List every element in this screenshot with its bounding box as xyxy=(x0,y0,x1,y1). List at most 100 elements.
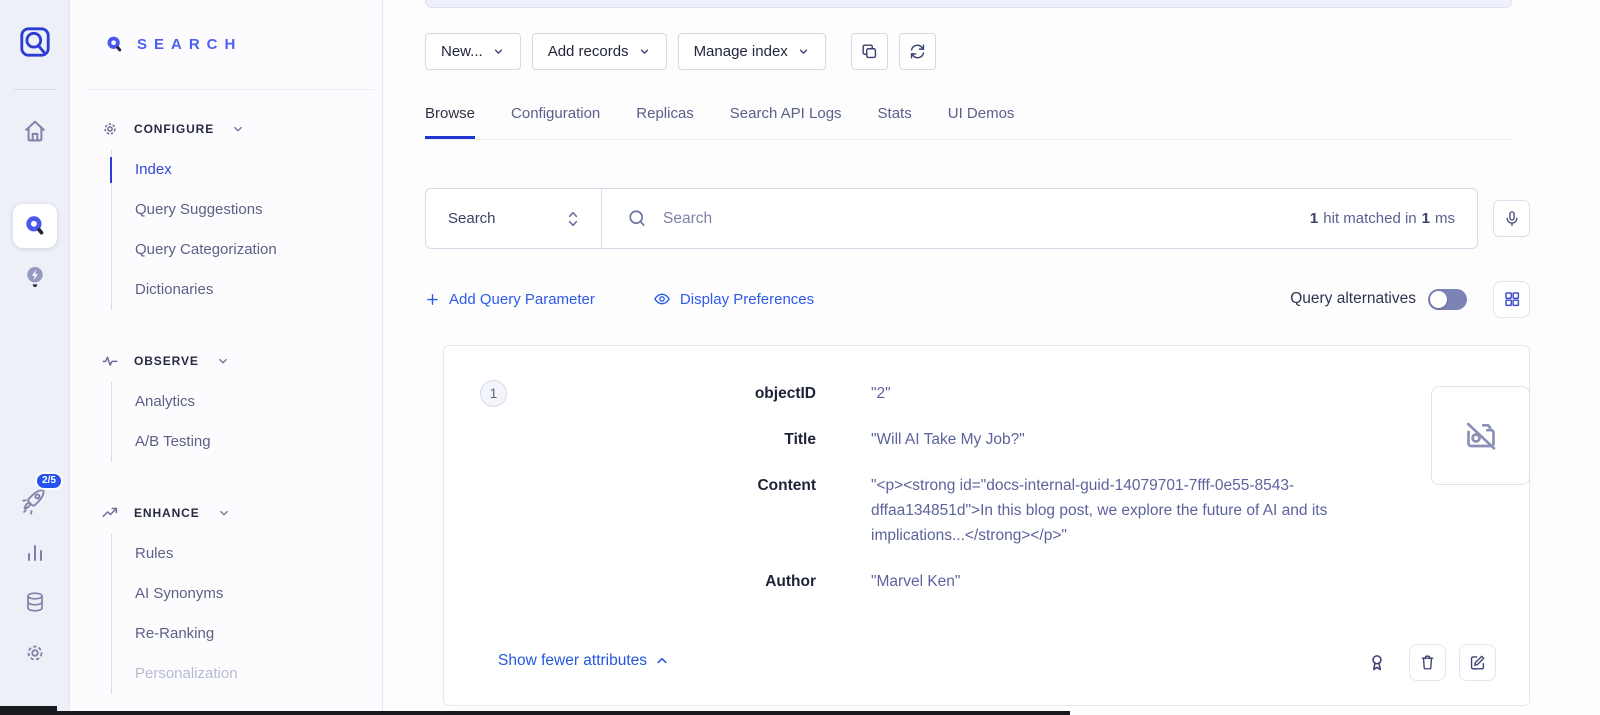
show-fewer-attributes-link[interactable]: Show fewer attributes xyxy=(498,652,669,670)
tab-bar: Browse Configuration Replicas Search API… xyxy=(425,105,1512,140)
sidebar-item-re-ranking[interactable]: Re-Ranking xyxy=(135,614,382,654)
sidebar-item-index[interactable]: Index xyxy=(135,150,382,190)
chevron-down-icon xyxy=(638,45,651,58)
tab-stats[interactable]: Stats xyxy=(878,105,912,139)
product-header: SEARCH xyxy=(104,34,242,55)
sidebar-item-ai-synonyms[interactable]: AI Synonyms xyxy=(135,574,382,614)
section-label: OBSERVE xyxy=(134,354,199,368)
field-value: "2" xyxy=(871,381,1411,406)
chevron-down-icon xyxy=(216,354,230,368)
chevron-down-icon xyxy=(217,506,231,520)
sidebar-nav: CONFIGURE Index Query Suggestions Query … xyxy=(70,110,382,694)
product-sidebar: SEARCH CONFIGURE Index Query Suggestions… xyxy=(70,0,383,715)
section-header-enhance[interactable]: ENHANCE xyxy=(70,504,382,522)
manage-index-dropdown-button[interactable]: Manage index xyxy=(678,33,826,70)
eye-icon xyxy=(653,290,671,308)
toolbar: New... Add records Manage index xyxy=(425,33,936,70)
field-label: Content xyxy=(444,473,816,498)
nav-section-observe: OBSERVE Analytics A/B Testing xyxy=(70,352,382,462)
search-bar: Search 1 hit matched in 1 ms xyxy=(425,188,1478,249)
field-value: "Marvel Ken" xyxy=(871,569,1411,594)
display-preferences-link[interactable]: Display Preferences xyxy=(653,290,814,308)
algolia-logo[interactable] xyxy=(17,24,53,60)
home-icon[interactable] xyxy=(21,117,49,145)
gear-icon xyxy=(101,120,119,138)
record-card: 1 objectID "2" Title "Will AI Take My Jo… xyxy=(443,345,1530,706)
search-stats: 1 hit matched in 1 ms xyxy=(1310,210,1455,227)
grid-view-icon xyxy=(1503,290,1521,308)
query-controls-row: Add Query Parameter Display Preferences … xyxy=(425,281,1530,317)
search-query-zone: 1 hit matched in 1 ms xyxy=(602,189,1477,248)
voice-search-button[interactable] xyxy=(1493,200,1530,237)
grid-view-button[interactable] xyxy=(1493,281,1530,318)
field-row-title: Title "Will AI Take My Job?" xyxy=(444,427,1529,452)
trend-up-icon xyxy=(101,504,119,522)
field-label: Author xyxy=(444,569,816,594)
sidebar-item-query-categorization[interactable]: Query Categorization xyxy=(135,230,382,270)
tab-configuration[interactable]: Configuration xyxy=(511,105,600,139)
chevron-down-icon xyxy=(231,122,245,136)
sidebar-item-analytics[interactable]: Analytics xyxy=(135,382,382,422)
refresh-button[interactable] xyxy=(899,33,936,70)
add-records-dropdown-button[interactable]: Add records xyxy=(532,33,667,70)
chevron-up-icon xyxy=(655,654,669,668)
sidebar-item-dictionaries[interactable]: Dictionaries xyxy=(135,270,382,310)
sidebar-item-rules[interactable]: Rules xyxy=(135,534,382,574)
bottom-window-edge-corner xyxy=(0,706,57,715)
index-header-remnant xyxy=(425,0,1512,8)
new-dropdown-button[interactable]: New... xyxy=(425,33,521,70)
bottom-window-edge xyxy=(0,711,1070,715)
nav-section-enhance: ENHANCE Rules AI Synonyms Re-Ranking Per… xyxy=(70,504,382,694)
search-product-tab-active[interactable] xyxy=(13,204,57,248)
delete-record-button[interactable] xyxy=(1409,644,1446,681)
database-icon[interactable] xyxy=(23,590,47,614)
record-fields: objectID "2" Title "Will AI Take My Job?… xyxy=(444,346,1529,594)
tab-replicas[interactable]: Replicas xyxy=(636,105,694,139)
ribbon-icon xyxy=(1366,652,1388,674)
panel-divider xyxy=(86,89,375,90)
field-row-author: Author "Marvel Ken" xyxy=(444,569,1529,594)
sidebar-item-ab-testing[interactable]: A/B Testing xyxy=(135,422,382,462)
app-rail: 2/5 xyxy=(0,0,70,715)
field-value: "<p><strong id="docs-internal-guid-14079… xyxy=(871,473,1411,548)
product-title: SEARCH xyxy=(137,36,242,53)
copy-button[interactable] xyxy=(851,33,888,70)
search-input[interactable] xyxy=(663,210,1295,228)
trash-icon xyxy=(1418,653,1437,672)
tab-browse[interactable]: Browse xyxy=(425,105,475,139)
field-label: Title xyxy=(444,427,816,452)
edit-icon xyxy=(1468,653,1487,672)
gear-icon[interactable] xyxy=(23,641,47,665)
pulse-icon xyxy=(101,352,119,370)
rocket-icon[interactable] xyxy=(19,486,49,516)
field-value: "Will AI Take My Job?" xyxy=(871,427,1411,452)
record-rank-badge: 1 xyxy=(480,380,507,407)
section-header-observe[interactable]: OBSERVE xyxy=(70,352,382,370)
field-row-content: Content "<p><strong id="docs-internal-gu… xyxy=(444,473,1529,548)
usage-badge: 2/5 xyxy=(35,472,63,490)
promote-record-button[interactable] xyxy=(1362,648,1392,678)
copy-icon xyxy=(860,42,879,61)
rail-divider xyxy=(14,89,57,90)
sidebar-item-query-suggestions[interactable]: Query Suggestions xyxy=(135,190,382,230)
query-alternatives-label: Query alternatives xyxy=(1290,290,1416,308)
add-query-parameter-link[interactable]: Add Query Parameter xyxy=(425,291,595,308)
record-image-placeholder xyxy=(1431,386,1530,485)
search-scope-select[interactable]: Search xyxy=(426,189,602,248)
section-label: CONFIGURE xyxy=(134,122,214,136)
magnifier-icon xyxy=(627,208,648,229)
query-alternatives-toggle[interactable] xyxy=(1428,289,1467,310)
sidebar-item-personalization[interactable]: Personalization xyxy=(135,654,382,694)
bar-chart-icon[interactable] xyxy=(23,541,47,565)
recommend-icon[interactable] xyxy=(22,264,48,294)
chevron-down-icon xyxy=(492,45,505,58)
camera-off-icon xyxy=(1461,416,1501,456)
refresh-icon xyxy=(908,42,927,61)
main-content: New... Add records Manage index xyxy=(383,0,1600,715)
section-header-configure[interactable]: CONFIGURE xyxy=(70,120,382,138)
field-row-objectid: objectID "2" xyxy=(444,381,1529,406)
microphone-icon xyxy=(1503,209,1521,229)
tab-ui-demos[interactable]: UI Demos xyxy=(948,105,1015,139)
edit-record-button[interactable] xyxy=(1459,644,1496,681)
tab-search-api-logs[interactable]: Search API Logs xyxy=(730,105,842,139)
